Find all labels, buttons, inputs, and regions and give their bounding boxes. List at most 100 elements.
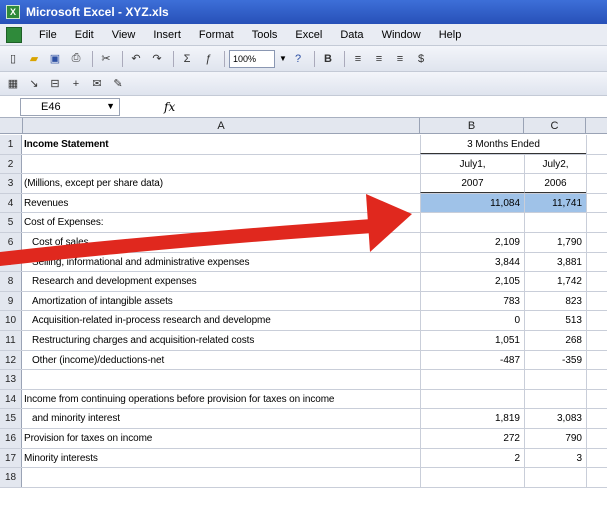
open-folder-icon[interactable]: ▰: [25, 50, 43, 68]
sheet-row[interactable]: 3 (Millions, except per share data) 2007 20…: [0, 174, 607, 194]
sheet-row[interactable]: 11 Restructuring charges and acquisition-…: [0, 331, 607, 351]
new-icon[interactable]: ▯: [4, 50, 22, 68]
cell-d[interactable]: [586, 154, 607, 174]
cell-c[interactable]: [524, 468, 586, 487]
cell-c[interactable]: [524, 389, 586, 409]
row-header[interactable]: 6: [0, 233, 22, 252]
menu-format[interactable]: Format: [190, 29, 243, 41]
cell-a[interactable]: Revenues: [24, 194, 420, 213]
cell-c[interactable]: [524, 370, 586, 389]
cell-d[interactable]: [586, 370, 607, 389]
row-header[interactable]: 3: [0, 174, 22, 193]
sheet-row[interactable]: 5 Cost of Expenses:: [0, 213, 607, 233]
help-icon[interactable]: ?: [289, 50, 307, 68]
cell-d[interactable]: [586, 174, 607, 193]
cell-d[interactable]: [586, 311, 607, 330]
column-header-a[interactable]: A: [23, 118, 420, 134]
comment-icon[interactable]: ✉: [88, 75, 106, 93]
row-header[interactable]: 4: [0, 193, 22, 213]
workbook-icon[interactable]: [6, 26, 22, 43]
row-header[interactable]: 8: [0, 272, 22, 291]
cell-d[interactable]: [586, 272, 607, 291]
menu-file[interactable]: File: [30, 29, 66, 41]
select-all-corner[interactable]: [0, 118, 23, 134]
cell-a[interactable]: Selling, informational and administrativ…: [24, 253, 420, 272]
sheet-row[interactable]: 2 July1, July2,: [0, 154, 607, 175]
row-header[interactable]: 5: [0, 213, 22, 232]
cell-c[interactable]: 513: [524, 311, 586, 330]
menu-tools[interactable]: Tools: [243, 29, 287, 41]
cell-d[interactable]: [586, 331, 607, 350]
cell-c[interactable]: 3: [524, 448, 586, 468]
cell-c[interactable]: 790: [524, 429, 586, 448]
sheet-row[interactable]: 18: [0, 468, 607, 488]
cell-b[interactable]: 2007: [420, 174, 524, 193]
cell-b[interactable]: [420, 370, 524, 389]
cell-d[interactable]: [586, 350, 607, 370]
function-icon[interactable]: ƒ: [199, 50, 217, 68]
cell-b[interactable]: 2,109: [420, 233, 524, 252]
cell-d[interactable]: [586, 193, 607, 213]
column-header-b[interactable]: B: [420, 118, 524, 134]
bold-icon[interactable]: B: [319, 50, 337, 68]
cell-b[interactable]: [420, 213, 524, 232]
cell-d[interactable]: [586, 389, 607, 409]
sheet-row[interactable]: 15 and minority interest 1,819 3,083: [0, 409, 607, 429]
column-header-c[interactable]: C: [524, 118, 586, 134]
cell-a[interactable]: (Millions, except per share data): [24, 174, 420, 193]
cell-d[interactable]: [586, 135, 607, 154]
insert-icon[interactable]: +: [67, 75, 85, 93]
menu-help[interactable]: Help: [430, 29, 471, 41]
cell-d[interactable]: [586, 233, 607, 252]
sheet-row[interactable]: 12 Other (income)/deductions-net -487 -359: [0, 350, 607, 371]
menu-view[interactable]: View: [103, 29, 145, 41]
chevron-down-icon[interactable]: ▼: [277, 50, 289, 68]
cell-d[interactable]: [586, 213, 607, 232]
cell-c[interactable]: -359: [524, 350, 586, 370]
row-header[interactable]: 11: [0, 331, 22, 350]
save-icon[interactable]: ▣: [46, 50, 64, 68]
print-icon[interactable]: ⎙: [67, 50, 85, 68]
row-header[interactable]: 12: [0, 350, 22, 370]
sheet-row[interactable]: 10 Acquisition-related in-process researc…: [0, 311, 607, 331]
cell-c[interactable]: 1,742: [524, 272, 586, 291]
cell-a[interactable]: Other (income)/deductions-net: [24, 351, 420, 370]
menu-data[interactable]: Data: [331, 29, 372, 41]
cell-a[interactable]: Provision for taxes on income: [24, 429, 420, 448]
sheet-row[interactable]: 4 Revenues 11,084 11,741: [0, 193, 607, 214]
row-header[interactable]: 18: [0, 468, 22, 487]
function-icon[interactable]: fx: [164, 100, 175, 114]
cell-a[interactable]: Cost of Expenses:: [24, 213, 420, 232]
cell-d[interactable]: [586, 252, 607, 272]
row-header[interactable]: 2: [0, 154, 22, 174]
undo-icon[interactable]: ↶: [127, 50, 145, 68]
sheet-row[interactable]: 7 Selling, informational and administrati…: [0, 252, 607, 273]
menu-insert[interactable]: Insert: [144, 29, 190, 41]
cell-b[interactable]: 11,084: [420, 193, 524, 213]
menu-excel[interactable]: Excel: [286, 29, 331, 41]
sheet-row[interactable]: 8 Research and development expenses 2,105 1…: [0, 272, 607, 292]
align-right-icon[interactable]: ≡: [391, 50, 409, 68]
align-left-icon[interactable]: ≡: [349, 50, 367, 68]
chart-icon[interactable]: ▦: [4, 75, 22, 93]
cell-c[interactable]: 3,881: [524, 252, 586, 272]
cell-c[interactable]: 1,790: [524, 233, 586, 252]
cell-b[interactable]: 3,844: [420, 252, 524, 272]
cell-b[interactable]: 2,105: [420, 272, 524, 291]
cell-c[interactable]: July2,: [524, 154, 586, 174]
sheet-row[interactable]: 13: [0, 370, 607, 390]
row-header[interactable]: 16: [0, 429, 22, 448]
cell-c[interactable]: 11,741: [524, 193, 586, 213]
sheet-row[interactable]: 9 Amortization of intangible assets 783 823: [0, 291, 607, 312]
cell-d[interactable]: [586, 429, 607, 448]
row-header[interactable]: 9: [0, 291, 22, 311]
cell-a[interactable]: [24, 370, 420, 389]
cell-c[interactable]: [524, 213, 586, 232]
cell-c[interactable]: 823: [524, 291, 586, 311]
sheet-row[interactable]: 14 Income from continuing operations befo…: [0, 389, 607, 410]
redo-icon[interactable]: ↷: [148, 50, 166, 68]
cut-icon[interactable]: ✂: [97, 50, 115, 68]
track-changes-icon[interactable]: ⊟: [46, 75, 64, 93]
cell-a[interactable]: Cost of sales: [24, 233, 420, 252]
cell-b[interactable]: [420, 389, 524, 409]
